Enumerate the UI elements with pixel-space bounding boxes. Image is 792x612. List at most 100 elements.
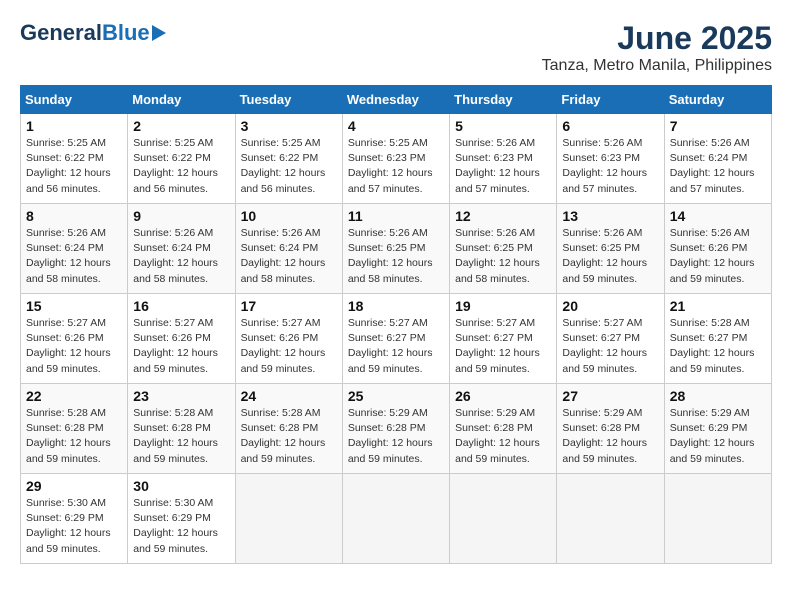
calendar-cell: 14 Sunrise: 5:26 AM Sunset: 6:26 PM Dayli… <box>664 204 771 294</box>
day-info: Sunrise: 5:29 AM Sunset: 6:29 PM Dayligh… <box>670 406 766 467</box>
calendar-cell: 25Sunrise: 5:29 AM Sunset: 6:28 PM Dayli… <box>342 384 449 474</box>
day-info: Sunrise: 5:26 AM Sunset: 6:26 PM Dayligh… <box>670 226 766 287</box>
day-info: Sunrise: 5:28 AM Sunset: 6:28 PM Dayligh… <box>26 406 122 467</box>
day-number: 11 <box>348 208 444 224</box>
day-info: Sunrise: 5:26 AM Sunset: 6:25 PM Dayligh… <box>455 226 551 287</box>
day-info: Sunrise: 5:30 AM Sunset: 6:29 PM Dayligh… <box>26 496 122 557</box>
calendar-cell: 21 Sunrise: 5:28 AM Sunset: 6:27 PM Dayli… <box>664 294 771 384</box>
day-number: 9 <box>133 208 229 224</box>
day-number: 23 <box>133 388 229 404</box>
day-info: Sunrise: 5:27 AM Sunset: 6:26 PM Dayligh… <box>133 316 229 377</box>
day-number: 22 <box>26 388 122 404</box>
logo-text: GeneralBlue <box>20 20 166 46</box>
weekday-header: Tuesday <box>235 86 342 114</box>
day-info: Sunrise: 5:26 AM Sunset: 6:25 PM Dayligh… <box>562 226 658 287</box>
day-number: 30 <box>133 478 229 494</box>
calendar-cell: 8 Sunrise: 5:26 AM Sunset: 6:24 PM Daylig… <box>21 204 128 294</box>
day-number: 6 <box>562 118 658 134</box>
calendar-cell: 13 Sunrise: 5:26 AM Sunset: 6:25 PM Dayli… <box>557 204 664 294</box>
day-number: 26 <box>455 388 551 404</box>
day-number: 20 <box>562 298 658 314</box>
day-info: Sunrise: 5:27 AM Sunset: 6:27 PM Dayligh… <box>562 316 658 377</box>
location: Tanza, Metro Manila, Philippines <box>542 57 772 75</box>
day-info: Sunrise: 5:26 AM Sunset: 6:24 PM Dayligh… <box>133 226 229 287</box>
week-row: 1 Sunrise: 5:25 AM Sunset: 6:22 PM Daylig… <box>21 114 772 204</box>
day-info: Sunrise: 5:25 AM Sunset: 6:22 PM Dayligh… <box>241 136 337 197</box>
header: GeneralBlue June 2025 Tanza, Metro Manil… <box>20 20 772 75</box>
weekday-header: Monday <box>128 86 235 114</box>
calendar-cell: 16Sunrise: 5:27 AM Sunset: 6:26 PM Dayli… <box>128 294 235 384</box>
calendar-cell <box>235 474 342 564</box>
calendar-cell: 7Sunrise: 5:26 AM Sunset: 6:24 PM Daylig… <box>664 114 771 204</box>
calendar-cell: 15 Sunrise: 5:27 AM Sunset: 6:26 PM Dayli… <box>21 294 128 384</box>
day-info: Sunrise: 5:26 AM Sunset: 6:24 PM Dayligh… <box>241 226 337 287</box>
calendar-cell: 9 Sunrise: 5:26 AM Sunset: 6:24 PM Daylig… <box>128 204 235 294</box>
calendar: SundayMondayTuesdayWednesdayThursdayFrid… <box>20 85 772 564</box>
day-number: 29 <box>26 478 122 494</box>
week-row: 15 Sunrise: 5:27 AM Sunset: 6:26 PM Dayli… <box>21 294 772 384</box>
day-info: Sunrise: 5:25 AM Sunset: 6:23 PM Dayligh… <box>348 136 444 197</box>
calendar-cell: 10 Sunrise: 5:26 AM Sunset: 6:24 PM Dayli… <box>235 204 342 294</box>
calendar-cell: 22 Sunrise: 5:28 AM Sunset: 6:28 PM Dayli… <box>21 384 128 474</box>
week-row: 29 Sunrise: 5:30 AM Sunset: 6:29 PM Dayli… <box>21 474 772 564</box>
calendar-cell: 11 Sunrise: 5:26 AM Sunset: 6:25 PM Dayli… <box>342 204 449 294</box>
day-info: Sunrise: 5:25 AM Sunset: 6:22 PM Dayligh… <box>26 136 122 197</box>
day-info: Sunrise: 5:26 AM Sunset: 6:25 PM Dayligh… <box>348 226 444 287</box>
calendar-cell: 6Sunrise: 5:26 AM Sunset: 6:23 PM Daylig… <box>557 114 664 204</box>
logo-blue: Blue <box>102 20 150 46</box>
day-number: 14 <box>670 208 766 224</box>
day-number: 1 <box>26 118 122 134</box>
calendar-cell: 29 Sunrise: 5:30 AM Sunset: 6:29 PM Dayli… <box>21 474 128 564</box>
day-number: 10 <box>241 208 337 224</box>
day-number: 17 <box>241 298 337 314</box>
weekday-header: Saturday <box>664 86 771 114</box>
calendar-cell <box>664 474 771 564</box>
calendar-cell: 20 Sunrise: 5:27 AM Sunset: 6:27 PM Dayli… <box>557 294 664 384</box>
day-number: 25 <box>348 388 444 404</box>
day-info: Sunrise: 5:28 AM Sunset: 6:28 PM Dayligh… <box>133 406 229 467</box>
day-info: Sunrise: 5:26 AM Sunset: 6:24 PM Dayligh… <box>26 226 122 287</box>
day-info: Sunrise: 5:27 AM Sunset: 6:27 PM Dayligh… <box>455 316 551 377</box>
calendar-cell: 4 Sunrise: 5:25 AM Sunset: 6:23 PM Daylig… <box>342 114 449 204</box>
day-number: 13 <box>562 208 658 224</box>
day-info: Sunrise: 5:26 AM Sunset: 6:23 PM Dayligh… <box>455 136 551 197</box>
week-row: 8 Sunrise: 5:26 AM Sunset: 6:24 PM Daylig… <box>21 204 772 294</box>
day-number: 15 <box>26 298 122 314</box>
calendar-cell <box>342 474 449 564</box>
calendar-cell: 24Sunrise: 5:28 AM Sunset: 6:28 PM Dayli… <box>235 384 342 474</box>
logo-arrow-icon <box>152 25 166 41</box>
day-number: 2 <box>133 118 229 134</box>
day-info: Sunrise: 5:26 AM Sunset: 6:24 PM Dayligh… <box>670 136 766 197</box>
day-info: Sunrise: 5:27 AM Sunset: 6:26 PM Dayligh… <box>26 316 122 377</box>
day-info: Sunrise: 5:28 AM Sunset: 6:28 PM Dayligh… <box>241 406 337 467</box>
calendar-cell <box>450 474 557 564</box>
day-info: Sunrise: 5:29 AM Sunset: 6:28 PM Dayligh… <box>455 406 551 467</box>
day-number: 28 <box>670 388 766 404</box>
day-number: 18 <box>348 298 444 314</box>
day-number: 27 <box>562 388 658 404</box>
calendar-cell: 3Sunrise: 5:25 AM Sunset: 6:22 PM Daylig… <box>235 114 342 204</box>
calendar-cell: 12 Sunrise: 5:26 AM Sunset: 6:25 PM Dayli… <box>450 204 557 294</box>
day-info: Sunrise: 5:28 AM Sunset: 6:27 PM Dayligh… <box>670 316 766 377</box>
calendar-cell: 1 Sunrise: 5:25 AM Sunset: 6:22 PM Daylig… <box>21 114 128 204</box>
day-number: 12 <box>455 208 551 224</box>
calendar-cell: 26 Sunrise: 5:29 AM Sunset: 6:28 PM Dayli… <box>450 384 557 474</box>
weekday-header: Wednesday <box>342 86 449 114</box>
calendar-cell: 27 Sunrise: 5:29 AM Sunset: 6:28 PM Dayli… <box>557 384 664 474</box>
day-number: 21 <box>670 298 766 314</box>
day-number: 4 <box>348 118 444 134</box>
day-number: 8 <box>26 208 122 224</box>
calendar-cell: 5Sunrise: 5:26 AM Sunset: 6:23 PM Daylig… <box>450 114 557 204</box>
logo: GeneralBlue <box>20 20 166 46</box>
calendar-cell: 19Sunrise: 5:27 AM Sunset: 6:27 PM Dayli… <box>450 294 557 384</box>
weekday-header: Friday <box>557 86 664 114</box>
day-info: Sunrise: 5:25 AM Sunset: 6:22 PM Dayligh… <box>133 136 229 197</box>
day-info: Sunrise: 5:29 AM Sunset: 6:28 PM Dayligh… <box>562 406 658 467</box>
calendar-cell: 2 Sunrise: 5:25 AM Sunset: 6:22 PM Daylig… <box>128 114 235 204</box>
day-info: Sunrise: 5:27 AM Sunset: 6:26 PM Dayligh… <box>241 316 337 377</box>
logo-general: General <box>20 20 102 46</box>
weekday-header: Sunday <box>21 86 128 114</box>
calendar-cell: 28 Sunrise: 5:29 AM Sunset: 6:29 PM Dayli… <box>664 384 771 474</box>
calendar-cell: 23 Sunrise: 5:28 AM Sunset: 6:28 PM Dayli… <box>128 384 235 474</box>
calendar-cell: 30Sunrise: 5:30 AM Sunset: 6:29 PM Dayli… <box>128 474 235 564</box>
